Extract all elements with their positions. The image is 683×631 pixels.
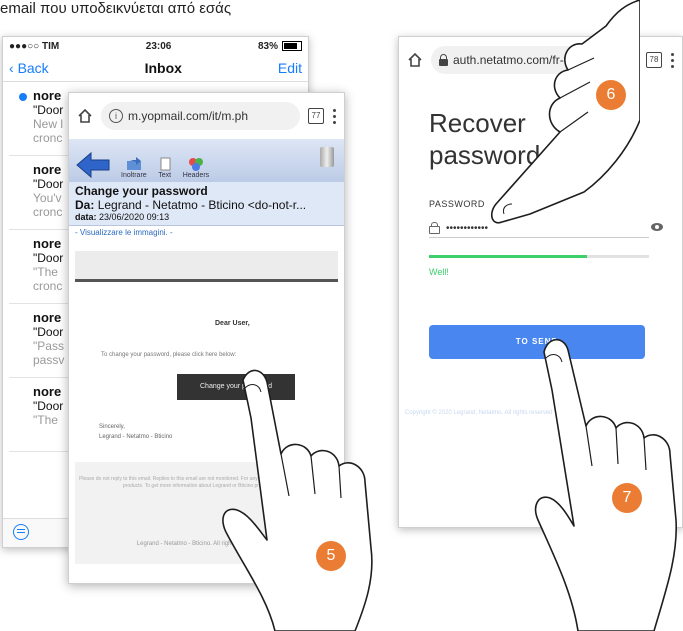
back-arrow-icon[interactable] [75, 151, 111, 179]
date-value: 23/06/2020 09:13 [99, 212, 170, 222]
forward-icon [126, 157, 141, 170]
password-label: PASSWORD [429, 199, 485, 209]
tab-switcher-icon[interactable]: 78 [646, 52, 662, 68]
tap-hand-illustration-7 [534, 338, 678, 631]
unread-dot-icon [19, 93, 27, 101]
browser-url-bar: i m.yopmail.com/it/m.ph 77 [69, 93, 344, 139]
message-from: Da: Legrand - Netatmo - Bticino <do-not-… [75, 198, 338, 212]
padlock-icon [429, 221, 440, 234]
password-strength-bar [429, 255, 649, 258]
from-label: Da: [75, 198, 95, 212]
clock: 23:06 [145, 40, 172, 52]
signature-text: Legrand - Netatmo - Bticino [99, 434, 173, 440]
back-label: Back [17, 60, 49, 76]
home-icon[interactable] [407, 52, 423, 68]
step-badge-6: 6 [596, 80, 626, 110]
step-badge-5: 5 [316, 541, 346, 571]
text-icon [160, 157, 171, 171]
email-banner [75, 251, 338, 282]
message-header: Change your password Da: Legrand - Netat… [69, 182, 344, 226]
tap-hand-illustration-6 [490, 0, 640, 224]
forward-button[interactable]: Inoltrare [121, 157, 147, 179]
tap-hand-illustration-5 [222, 369, 373, 631]
show-images-link[interactable]: - Visualizzare le immagini. - [69, 226, 344, 239]
text-label: Text [158, 172, 172, 179]
headers-button[interactable]: Headers [183, 157, 209, 179]
status-bar: ●●●○○ TIM 23:06 83% [3, 37, 308, 55]
tab-switcher-icon[interactable]: 77 [308, 108, 324, 124]
password-strength-text: Well! [429, 267, 449, 277]
message-date: data: 23/06/2020 09:13 [75, 212, 338, 222]
forward-label: Inoltrare [121, 172, 147, 179]
message-subject: Change your password [75, 184, 208, 198]
status-right: 83% [258, 41, 302, 52]
text-button[interactable]: Text [157, 157, 173, 179]
address-field[interactable]: i m.yopmail.com/it/m.ph [101, 102, 300, 130]
date-label: data: [75, 212, 97, 222]
trash-icon[interactable] [320, 147, 334, 167]
inbox-title: Inbox [144, 60, 182, 76]
info-icon: i [109, 109, 123, 123]
battery-percent: 83% [257, 40, 278, 52]
back-button[interactable]: ‹ Back [9, 60, 49, 76]
password-strength-fill [429, 255, 588, 258]
menu-icon[interactable] [670, 52, 674, 68]
step-badge-7: 7 [612, 483, 642, 513]
filter-icon[interactable] [13, 524, 29, 540]
carrier-label: ●●●○○ TIM [9, 40, 60, 52]
show-password-eye-icon[interactable] [651, 223, 663, 231]
edit-button[interactable]: Edit [278, 60, 302, 76]
password-value: •••••••••••• [446, 222, 489, 234]
menu-icon[interactable] [332, 108, 336, 124]
sincerely-text: Sincerely, [99, 424, 125, 430]
instruction-caption: email που υποδεικνύεται από εσάς [0, 0, 232, 17]
closing: Sincerely, Legrand - Netatmo - Bticino [99, 422, 172, 442]
greeting: Dear User, [215, 320, 250, 327]
lock-icon [439, 53, 448, 66]
address-text: m.yopmail.com/it/m.ph [128, 109, 249, 123]
headers-label: Headers [182, 172, 210, 179]
battery-icon [281, 41, 302, 51]
yopmail-toolbar: Inoltrare Text Headers [69, 139, 344, 182]
from-value: Legrand - Netatmo - Bticino <do-not-r... [97, 198, 307, 212]
mail-nav-bar: ‹ Back Inbox Edit [3, 55, 308, 82]
home-icon[interactable] [77, 108, 93, 124]
headers-icon [188, 158, 203, 171]
